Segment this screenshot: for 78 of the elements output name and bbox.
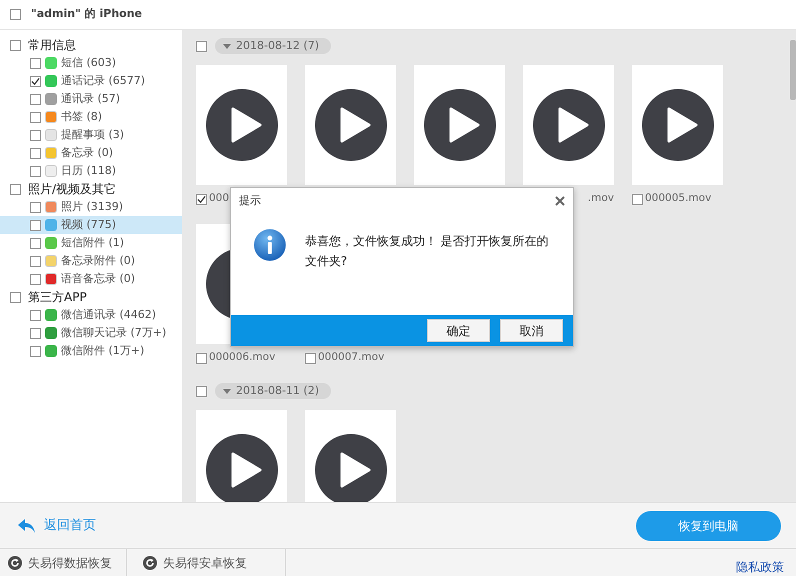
- checkbox[interactable]: [632, 194, 643, 204]
- video-thumbnail[interactable]: [414, 65, 505, 185]
- checkbox[interactable]: [10, 292, 21, 302]
- sidebar-item[interactable]: 微信附件 (1万+): [61, 342, 144, 360]
- date-group-toggle[interactable]: 2018-08-12 (7): [215, 38, 332, 54]
- checkbox[interactable]: [30, 58, 41, 68]
- checkbox[interactable]: [30, 238, 41, 248]
- footer-tab[interactable]: 失易得安卓恢复: [127, 549, 286, 576]
- checkbox[interactable]: [30, 130, 41, 140]
- scrollbar-thumb[interactable]: [790, 40, 796, 100]
- refresh-icon: [143, 556, 157, 570]
- dialog-button[interactable]: 确定: [427, 319, 490, 342]
- sidebar-item[interactable]: 备忘录附件 (0): [61, 252, 136, 270]
- play-icon: [642, 89, 714, 161]
- checkbox[interactable]: [30, 328, 41, 338]
- checkbox[interactable]: [30, 166, 41, 176]
- privacy-link[interactable]: 隐私政策: [736, 558, 796, 576]
- info-icon: [253, 228, 287, 262]
- dialog-title: 提示: [239, 192, 261, 209]
- checkbox[interactable]: [30, 112, 41, 122]
- dialog-message: 恭喜您，文件恢复成功！ 是否打开恢复所在的文件夹?: [304, 233, 550, 270]
- sidebar-item[interactable]: 微信聊天记录 (7万+): [61, 324, 166, 342]
- checkbox[interactable]: [196, 386, 207, 396]
- checkbox[interactable]: [30, 274, 41, 284]
- checkbox[interactable]: [30, 346, 41, 356]
- sidebar-item[interactable]: 备忘录 (0): [61, 144, 114, 162]
- sidebar-item[interactable]: 短信 (603): [61, 54, 116, 72]
- sidebar-item[interactable]: 提醒事项 (3): [61, 126, 124, 144]
- checkbox[interactable]: [10, 40, 21, 50]
- category-label: 第三方APP: [28, 289, 87, 306]
- checkbox[interactable]: [30, 202, 41, 212]
- checkbox[interactable]: [10, 9, 21, 20]
- checkbox[interactable]: [196, 194, 207, 204]
- checkbox[interactable]: [30, 148, 41, 158]
- checkbox[interactable]: [30, 256, 41, 266]
- sidebar-item[interactable]: 日历 (118): [61, 162, 116, 180]
- window-title: "admin" 的 iPhone: [31, 6, 142, 22]
- video-thumbnail[interactable]: [196, 410, 287, 502]
- file-name: 000005.mov: [645, 191, 712, 206]
- date-group-toggle[interactable]: 2018-08-11 (2): [215, 383, 332, 399]
- back-arrow-icon: [18, 518, 36, 532]
- sidebar-item[interactable]: 视频 (775): [0, 216, 182, 234]
- sidebar-item[interactable]: 通话记录 (6577): [61, 72, 146, 90]
- sidebar-item[interactable]: 通讯录 (57): [61, 90, 120, 108]
- play-icon: [532, 89, 604, 161]
- sidebar-item[interactable]: 照片 (3139): [61, 198, 124, 216]
- file-name: .mov: [588, 191, 614, 206]
- checkbox[interactable]: [10, 184, 21, 194]
- play-icon: [424, 89, 496, 161]
- checkbox[interactable]: [196, 352, 207, 364]
- refresh-icon: [8, 556, 22, 570]
- checkbox[interactable]: [30, 76, 41, 86]
- checkbox[interactable]: [30, 310, 41, 320]
- checkbox[interactable]: [196, 40, 207, 52]
- checkbox[interactable]: [305, 352, 316, 364]
- sidebar-item[interactable]: 短信附件 (1): [61, 234, 124, 252]
- video-thumbnail[interactable]: [305, 410, 396, 502]
- file-name: 000007.mov: [318, 350, 384, 366]
- footer-tab[interactable]: 失易得数据恢复: [0, 549, 127, 576]
- play-icon: [314, 89, 386, 161]
- play-icon: [206, 89, 278, 161]
- video-thumbnail[interactable]: [305, 65, 396, 185]
- checkbox[interactable]: [30, 94, 41, 104]
- caret-icon: [223, 388, 231, 394]
- video-thumbnail[interactable]: [196, 65, 287, 185]
- dialog-button[interactable]: 取消: [500, 319, 563, 342]
- sidebar-item[interactable]: 语音备忘录 (0): [61, 270, 136, 288]
- checkbox[interactable]: [30, 220, 41, 230]
- close-icon[interactable]: [555, 196, 565, 206]
- sidebar-item[interactable]: 微信通讯录 (4462): [61, 306, 156, 324]
- sidebar-item[interactable]: 书签 (8): [61, 108, 102, 126]
- video-thumbnail[interactable]: [632, 65, 723, 185]
- caret-icon: [223, 44, 231, 48]
- category-label: 照片/视频及其它: [28, 181, 116, 198]
- video-thumbnail[interactable]: [523, 65, 614, 185]
- category-label: 常用信息: [28, 37, 76, 54]
- file-name: 000006.mov: [209, 350, 276, 366]
- file-name: 000: [209, 191, 230, 206]
